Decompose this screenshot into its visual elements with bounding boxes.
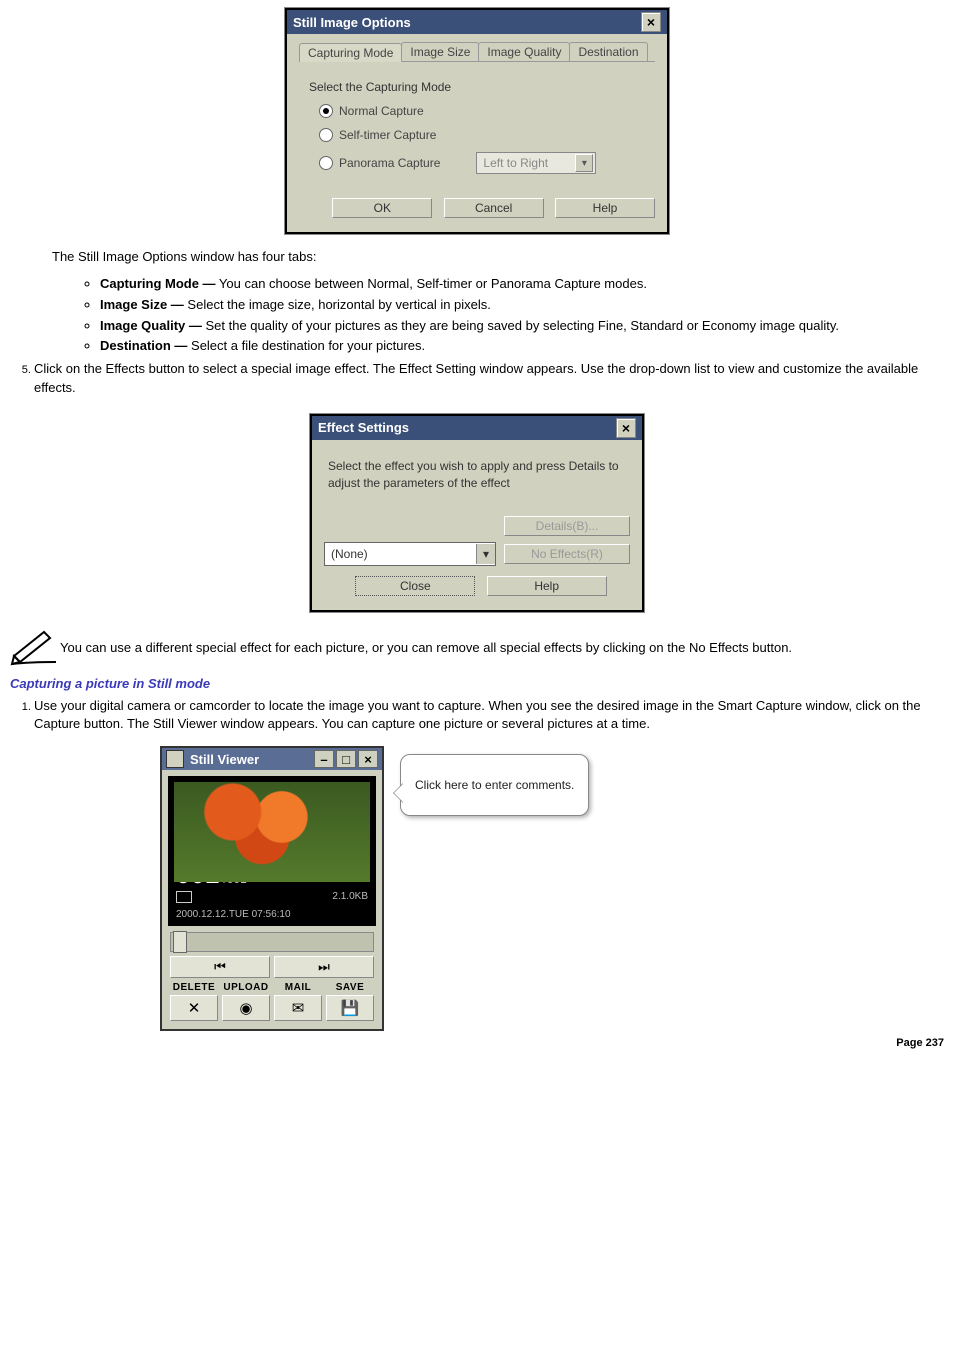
close-icon[interactable]: × [358, 750, 378, 768]
dialog-title: Still Image Options [293, 15, 411, 30]
still-viewer-window: Still Viewer – □ × 001/001 2.1.0KB 2000.… [160, 746, 384, 1031]
comment-callout: Click here to enter comments. [400, 754, 589, 816]
help-button[interactable]: Help [555, 198, 655, 218]
dropdown-value: Left to Right [483, 156, 548, 170]
dialog-titlebar: Still Image Options × [287, 10, 667, 34]
minimize-icon[interactable]: – [314, 750, 334, 768]
prev-button[interactable]: ⏮ [170, 956, 270, 978]
chevron-down-icon: ▾ [575, 154, 593, 172]
callout-text: Click here to enter comments. [415, 778, 574, 792]
list-item: Destination — Select a file destination … [100, 337, 944, 356]
tab-image-size[interactable]: Image Size [401, 42, 479, 61]
group-label: Select the Capturing Mode [309, 80, 651, 94]
step-1: Use your digital camera or camcorder to … [34, 697, 944, 735]
details-button[interactable]: Details(B)... [504, 516, 630, 536]
radio-self-timer[interactable]: Self-timer Capture [319, 128, 651, 142]
section-title: Capturing a picture in Still mode [10, 676, 944, 691]
radio-icon [319, 156, 333, 170]
radio-label: Panorama Capture [339, 156, 440, 170]
step-list-continued: Click on the Effects button to select a … [34, 360, 944, 398]
delete-button[interactable]: ✕ [170, 995, 218, 1021]
upload-label: UPLOAD [222, 982, 270, 993]
list-item-rest: Select the image size, horizontal by ver… [184, 297, 491, 312]
cancel-button[interactable]: Cancel [444, 198, 544, 218]
radio-icon [319, 128, 333, 142]
page-number: Page 237 [10, 1037, 944, 1049]
tab-capturing-mode[interactable]: Capturing Mode [299, 43, 402, 62]
position-slider[interactable] [170, 932, 374, 952]
nav-row: ⏮ ⏭ [170, 956, 374, 978]
action-row: DELETE ✕ UPLOAD ◉ MAIL ✉ SAVE 💾 [170, 982, 374, 1021]
frame-icon [176, 891, 192, 903]
next-button[interactable]: ⏭ [274, 956, 374, 978]
image-meta: 2.1.0KB [168, 890, 376, 909]
delete-label: DELETE [170, 982, 218, 993]
capture-steps: Use your digital camera or camcorder to … [34, 697, 944, 735]
close-button[interactable]: Close [355, 576, 475, 596]
tabs: Capturing Mode Image Size Image Quality … [299, 42, 655, 62]
chevron-down-icon: ▾ [476, 544, 495, 564]
tab-destination[interactable]: Destination [569, 42, 647, 61]
save-label: SAVE [326, 982, 374, 993]
still-image-options-dialog: Still Image Options × Capturing Mode Ima… [285, 8, 669, 234]
thumbnail-image [174, 782, 370, 882]
list-item-rest: Set the quality of your pictures as they… [202, 318, 839, 333]
list-item-strong: Image Quality — [100, 318, 202, 333]
slider-knob[interactable] [173, 931, 187, 953]
app-icon [166, 750, 184, 768]
file-size: 2.1.0KB [332, 891, 368, 903]
radio-normal-capture[interactable]: Normal Capture [319, 104, 651, 118]
maximize-icon[interactable]: □ [336, 750, 356, 768]
list-item-strong: Image Size — [100, 297, 184, 312]
list-item: Image Size — Select the image size, hori… [100, 296, 944, 315]
list-item: Image Quality — Set the quality of your … [100, 317, 944, 336]
combo-value: (None) [331, 547, 368, 561]
tab-description-list: Capturing Mode — You can choose between … [100, 275, 944, 356]
note-text: You can use a different special effect f… [60, 639, 944, 658]
tab-image-quality[interactable]: Image Quality [478, 42, 570, 61]
dialog-title: Effect Settings [318, 420, 409, 435]
list-item-rest: You can choose between Normal, Self-time… [216, 276, 647, 291]
window-titlebar: Still Viewer – □ × [162, 748, 382, 770]
list-item-strong: Capturing Mode — [100, 276, 216, 291]
panorama-direction-dropdown[interactable]: Left to Right ▾ [476, 152, 596, 174]
intro-line: The Still Image Options window has four … [52, 248, 944, 267]
list-item: Capturing Mode — You can choose between … [100, 275, 944, 294]
close-icon[interactable]: × [616, 418, 636, 438]
list-item-strong: Destination — [100, 338, 187, 353]
ok-button[interactable]: OK [332, 198, 432, 218]
radio-icon [319, 104, 333, 118]
instruction-text: Select the effect you wish to apply and … [328, 458, 626, 492]
radio-label: Self-timer Capture [339, 128, 436, 142]
close-icon[interactable]: × [641, 12, 661, 32]
step-5: Click on the Effects button to select a … [34, 360, 944, 398]
save-button[interactable]: 💾 [326, 995, 374, 1021]
dialog-titlebar: Effect Settings × [312, 416, 642, 440]
help-button[interactable]: Help [487, 576, 607, 596]
pencil-note-icon [10, 626, 60, 666]
effect-settings-dialog: Effect Settings × Select the effect you … [310, 414, 644, 612]
list-item-rest: Select a file destination for your pictu… [187, 338, 425, 353]
upload-button[interactable]: ◉ [222, 995, 270, 1021]
window-title: Still Viewer [190, 752, 259, 767]
no-effects-button[interactable]: No Effects(R) [504, 544, 630, 564]
thumbnail-area: 001/001 2.1.0KB 2000.12.12.TUE 07:56:10 [168, 776, 376, 926]
mail-label: MAIL [274, 982, 322, 993]
radio-panorama[interactable]: Panorama Capture Left to Right ▾ [319, 152, 651, 174]
radio-label: Normal Capture [339, 104, 424, 118]
note-row: You can use a different special effect f… [10, 626, 944, 666]
effect-combo[interactable]: (None) ▾ [324, 542, 496, 566]
mail-button[interactable]: ✉ [274, 995, 322, 1021]
still-viewer-figure: Still Viewer – □ × 001/001 2.1.0KB 2000.… [160, 746, 944, 1031]
image-date: 2000.12.12.TUE 07:56:10 [168, 909, 376, 926]
